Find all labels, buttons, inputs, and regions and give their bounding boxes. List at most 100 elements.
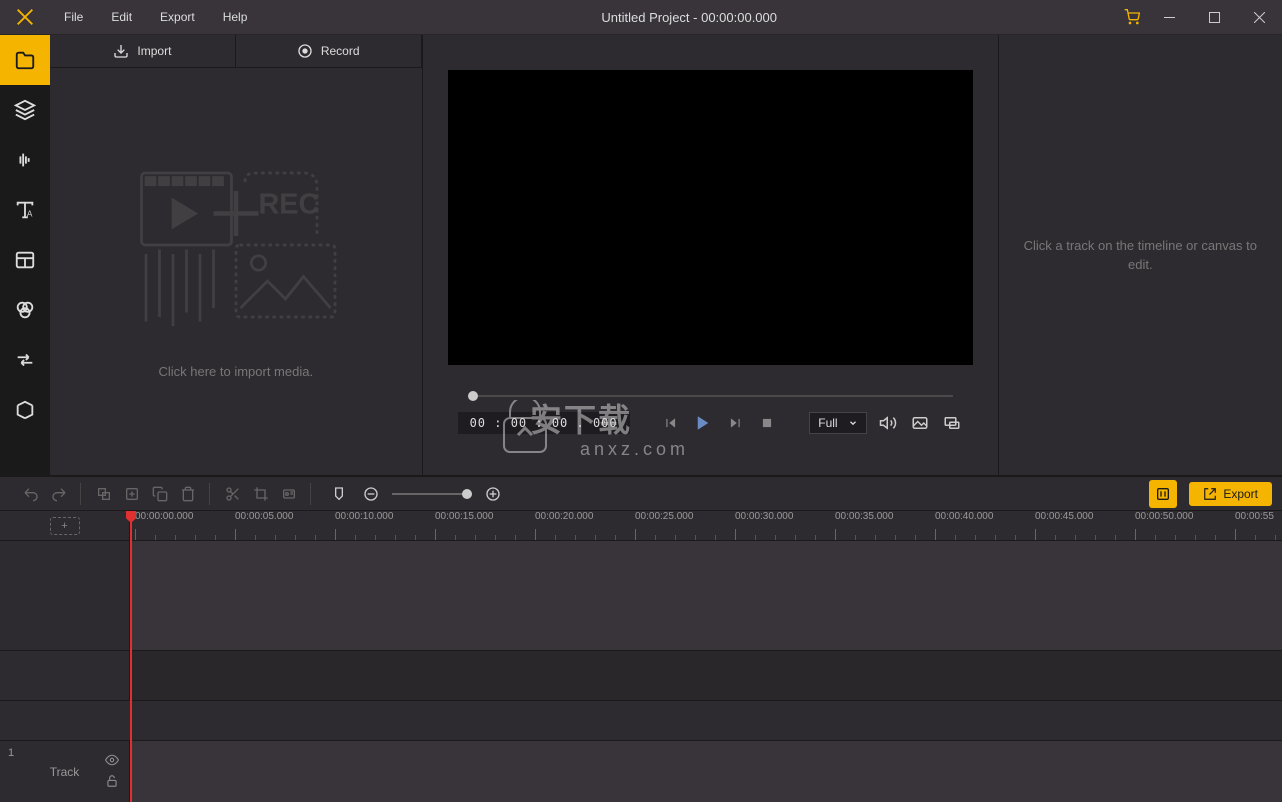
track-body-1[interactable]: [130, 541, 1282, 650]
zoom-handle[interactable]: [462, 489, 472, 499]
play-button[interactable]: [692, 412, 714, 434]
ruler-tick: 00:00:35.000: [835, 511, 893, 522]
track-zone: [0, 541, 1282, 740]
scrub-bar[interactable]: [468, 395, 953, 397]
record-icon: [297, 43, 313, 59]
import-icon: [113, 43, 129, 59]
ruler-tick: 00:00:00.000: [135, 511, 193, 522]
timeline-toolbar: Export: [0, 475, 1282, 510]
prev-frame-button[interactable]: [660, 412, 682, 434]
sidebar-media[interactable]: [0, 35, 50, 85]
playhead[interactable]: [130, 511, 132, 802]
redo-button[interactable]: [48, 483, 70, 505]
main-area: A Import Record REC: [0, 35, 1282, 475]
import-dropzone[interactable]: REC Click here to import media.: [50, 68, 422, 475]
track-number: 1: [8, 747, 14, 759]
timeline: + 00:00:00.00000:00:05.00000:00:10.00000…: [0, 510, 1282, 802]
menu-export[interactable]: Export: [146, 0, 209, 35]
track-footer-head: 1 Track: [0, 741, 130, 802]
menu-file[interactable]: File: [50, 0, 97, 35]
next-frame-button[interactable]: [724, 412, 746, 434]
quality-label: Full: [818, 416, 837, 430]
add-track-button[interactable]: +: [50, 517, 80, 535]
maximize-button[interactable]: [1192, 0, 1237, 35]
sidebar-transitions[interactable]: [0, 335, 50, 385]
track-lock-icon[interactable]: [105, 774, 119, 791]
track-visibility-icon[interactable]: [105, 753, 119, 770]
add-track-area: +: [0, 511, 130, 540]
window-title: Untitled Project - 00:00:00.000: [261, 10, 1117, 25]
scrub-handle[interactable]: [468, 391, 478, 401]
ruler-tick: 00:00:20.000: [535, 511, 593, 522]
timeline-ruler[interactable]: + 00:00:00.00000:00:05.00000:00:10.00000…: [0, 511, 1282, 541]
sidebar-text[interactable]: A: [0, 185, 50, 235]
ruler-tick: 00:00:15.000: [435, 511, 493, 522]
track-body-2[interactable]: [130, 651, 1282, 700]
menu-help[interactable]: Help: [209, 0, 262, 35]
ruler-ticks[interactable]: 00:00:00.000 00:00:05.000 00:00:10.000 00:0…: [130, 511, 1282, 540]
track-slot-1: [0, 541, 1282, 651]
snapshot-button[interactable]: [909, 412, 931, 434]
titlebar: File Edit Export Help Untitled Project -…: [0, 0, 1282, 35]
ruler-tick: 00:00:40.000: [935, 511, 993, 522]
quality-select[interactable]: Full: [809, 412, 866, 434]
zoom-in-button[interactable]: [482, 483, 504, 505]
window-controls: [1117, 0, 1282, 35]
menu-edit[interactable]: Edit: [97, 0, 146, 35]
render-settings-button[interactable]: [1149, 480, 1177, 508]
media-placeholder-icon: REC: [126, 164, 346, 344]
video-canvas[interactable]: [448, 70, 973, 365]
sidebar-elements[interactable]: [0, 385, 50, 435]
undo-button[interactable]: [20, 483, 42, 505]
fullscreen-button[interactable]: [941, 412, 963, 434]
crop-button[interactable]: [250, 483, 272, 505]
track-head-1: [0, 541, 130, 650]
sidebar-overlay[interactable]: [0, 235, 50, 285]
close-button[interactable]: [1237, 0, 1282, 35]
ruler-tick: 00:00:25.000: [635, 511, 693, 522]
group-button[interactable]: [93, 483, 115, 505]
ruler-tick: 00:00:50.000: [1135, 511, 1193, 522]
main-menu: File Edit Export Help: [50, 0, 261, 35]
import-hint: Click here to import media.: [158, 364, 313, 379]
import-tab[interactable]: Import: [50, 35, 236, 67]
import-label: Import: [137, 44, 171, 58]
cart-icon[interactable]: [1117, 9, 1147, 25]
chevron-down-icon: [848, 418, 858, 428]
track-footer-body[interactable]: [130, 741, 1282, 802]
svg-text:A: A: [27, 209, 33, 218]
timecode: 00 : 00 : 00 . 000: [458, 412, 630, 434]
inspector-panel: Click a track on the timeline or canvas …: [999, 35, 1282, 475]
track-head-2: [0, 651, 130, 700]
volume-button[interactable]: [877, 412, 899, 434]
sidebar-layers[interactable]: [0, 85, 50, 135]
zoom-out-button[interactable]: [360, 483, 382, 505]
record-label: Record: [321, 44, 360, 58]
duplicate-button[interactable]: [149, 483, 171, 505]
sidebar-audio[interactable]: [0, 135, 50, 185]
zoom-slider[interactable]: [392, 493, 472, 495]
record-tab[interactable]: Record: [236, 35, 422, 67]
render-button[interactable]: [278, 483, 300, 505]
ruler-tick: 00:00:30.000: [735, 511, 793, 522]
delete-button[interactable]: [177, 483, 199, 505]
marker-button[interactable]: [328, 483, 350, 505]
ruler-tick: 00:00:55: [1235, 511, 1274, 522]
ruler-tick: 00:00:10.000: [335, 511, 393, 522]
track-slot-2: [0, 651, 1282, 701]
sidebar-filters[interactable]: [0, 285, 50, 335]
preview-panel: 00 : 00 : 00 . 000 Full: [423, 35, 999, 475]
stop-button[interactable]: [756, 412, 778, 434]
add-button[interactable]: [121, 483, 143, 505]
export-button[interactable]: Export: [1189, 482, 1272, 506]
media-tabs: Import Record: [50, 35, 422, 68]
sidebar: A: [0, 35, 50, 475]
cut-button[interactable]: [222, 483, 244, 505]
track-label: Track: [50, 765, 80, 779]
ruler-tick: 00:00:05.000: [235, 511, 293, 522]
inspector-hint: Click a track on the timeline or canvas …: [1019, 236, 1262, 275]
export-label: Export: [1223, 487, 1258, 501]
ruler-tick: 00:00:45.000: [1035, 511, 1093, 522]
minimize-button[interactable]: [1147, 0, 1192, 35]
app-logo: [0, 0, 50, 35]
